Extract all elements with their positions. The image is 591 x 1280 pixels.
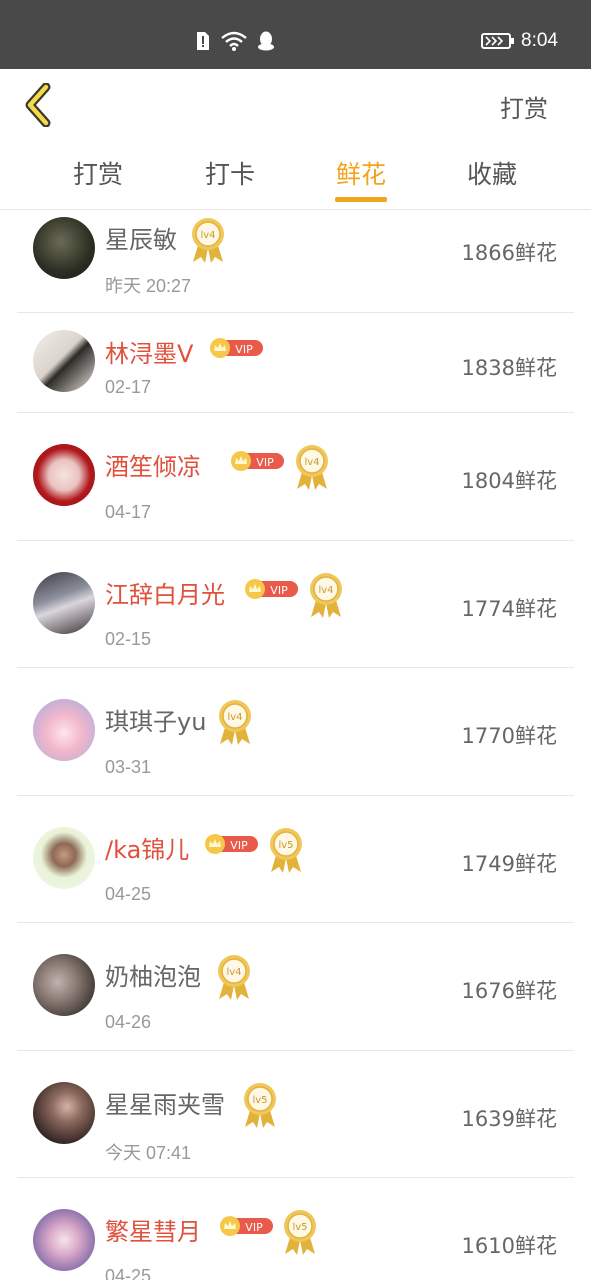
list-item[interactable]: /ka锦儿 VIP lv5 04-25 1749鲜花 — [0, 796, 591, 923]
tab-reward[interactable]: 打赏 — [58, 155, 138, 191]
back-button[interactable] — [22, 82, 62, 128]
list-item[interactable]: 奶柚泡泡 lv4 04-26 1676鲜花 — [0, 923, 591, 1051]
battery-icon — [481, 33, 515, 49]
flower-count: 1804鲜花 — [461, 469, 557, 493]
tab-bar: 打赏 打卡 鲜花 收藏 — [0, 155, 591, 207]
timestamp: 04-25 — [105, 884, 152, 904]
tab-favorites[interactable]: 收藏 — [452, 155, 532, 191]
list-item[interactable]: 星辰敏 lv4 昨天 20:27 1866鲜花 — [0, 210, 591, 313]
flower-count: 1676鲜花 — [461, 979, 557, 1003]
status-icons — [195, 31, 275, 51]
user-name[interactable]: 奶柚泡泡 — [105, 957, 201, 992]
avatar[interactable] — [33, 1082, 95, 1144]
sim-alert-icon — [197, 32, 209, 50]
svg-text:VIP: VIP — [256, 456, 274, 469]
timestamp: 04-26 — [105, 1012, 152, 1032]
header: 打赏 打赏 打卡 鲜花 收藏 — [0, 69, 591, 210]
svg-text:lv5: lv5 — [252, 1095, 267, 1106]
flower-count: 1838鲜花 — [461, 356, 557, 380]
list-item[interactable]: 林浔墨V VIP 02-17 1838鲜花 — [0, 313, 591, 413]
level-badge-icon: lv5 — [270, 828, 302, 873]
tab-checkin[interactable]: 打卡 — [190, 155, 270, 191]
level-badge-icon: lv4 — [310, 573, 342, 618]
svg-text:lv4: lv4 — [227, 712, 242, 723]
vip-badge-icon: VIP — [210, 338, 263, 358]
flower-count: 1749鲜花 — [461, 852, 557, 876]
list-item[interactable]: 繁星彗月 VIP lv5 04-25 1610鲜花 — [0, 1178, 591, 1280]
vip-badge-icon: VIP — [205, 834, 258, 854]
ranking-list[interactable]: 星辰敏 lv4 昨天 20:27 1866鲜花 林浔墨V VIP 02-17 1… — [0, 210, 591, 1280]
svg-text:lv4: lv4 — [318, 585, 333, 596]
clock: 8:04 — [521, 30, 558, 51]
timestamp: 02-17 — [105, 377, 152, 397]
avatar[interactable] — [33, 954, 95, 1016]
timestamp: 昨天 20:27 — [105, 276, 192, 296]
user-name[interactable]: 酒笙倾凉 — [105, 447, 201, 482]
svg-text:VIP: VIP — [270, 584, 288, 597]
svg-text:lv4: lv4 — [304, 457, 319, 468]
list-item[interactable]: 酒笙倾凉 VIP lv4 04-17 1804鲜花 — [0, 413, 591, 541]
svg-text:lv4: lv4 — [226, 967, 241, 978]
status-bar: 8:04 — [0, 0, 591, 69]
level-badge-icon: lv5 — [244, 1083, 276, 1128]
chevron-left-icon — [25, 82, 51, 128]
avatar[interactable] — [33, 217, 95, 279]
list-item[interactable]: 江辞白月光 VIP lv4 02-15 1774鲜花 — [0, 541, 591, 668]
flower-count: 1610鲜花 — [461, 1234, 557, 1258]
user-name[interactable]: 繁星彗月 — [105, 1212, 201, 1247]
level-badge-icon: lv4 — [296, 445, 328, 490]
avatar[interactable] — [33, 444, 95, 506]
timestamp: 03-31 — [105, 757, 152, 777]
avatar[interactable] — [33, 572, 95, 634]
svg-text:lv5: lv5 — [292, 1222, 307, 1233]
svg-text:lv5: lv5 — [278, 840, 293, 851]
svg-text:VIP: VIP — [245, 1221, 263, 1234]
vip-badge-icon: VIP — [245, 579, 298, 599]
svg-text:VIP: VIP — [230, 839, 248, 852]
avatar[interactable] — [33, 1209, 95, 1271]
wifi-icon — [221, 31, 247, 51]
user-name[interactable]: 江辞白月光 — [105, 575, 225, 610]
list-item[interactable]: 琪琪子yu lv4 03-31 1770鲜花 — [0, 668, 591, 796]
svg-text:lv4: lv4 — [200, 230, 215, 241]
avatar[interactable] — [33, 827, 95, 889]
timestamp: 02-15 — [105, 629, 152, 649]
list-item[interactable]: 星星雨夹雪 lv5 今天 07:41 1639鲜花 — [0, 1051, 591, 1178]
timestamp: 今天 07:41 — [105, 1143, 192, 1163]
timestamp: 04-17 — [105, 502, 152, 522]
level-badge-icon: lv4 — [219, 700, 251, 745]
tab-flowers[interactable]: 鲜花 — [321, 155, 401, 191]
reward-action-button[interactable]: 打赏 — [500, 89, 548, 124]
level-badge-icon: lv4 — [192, 218, 224, 263]
user-name[interactable]: 星星雨夹雪 — [105, 1085, 225, 1120]
flower-count: 1770鲜花 — [461, 724, 557, 748]
user-name[interactable]: 林浔墨V — [105, 334, 193, 369]
flower-count: 1774鲜花 — [461, 597, 557, 621]
avatar[interactable] — [33, 330, 95, 392]
level-badge-icon: lv4 — [218, 955, 250, 1000]
user-name[interactable]: /ka锦儿 — [105, 830, 189, 865]
tab-active-indicator — [335, 197, 387, 202]
level-badge-icon: lv5 — [284, 1210, 316, 1255]
vip-badge-icon: VIP — [220, 1216, 273, 1236]
vip-badge-icon: VIP — [231, 451, 284, 471]
qq-icon — [258, 31, 274, 51]
flower-count: 1639鲜花 — [461, 1107, 557, 1131]
user-name[interactable]: 琪琪子yu — [105, 702, 206, 737]
user-name[interactable]: 星辰敏 — [105, 220, 177, 255]
status-right: 8:04 — [481, 30, 558, 52]
timestamp: 04-25 — [105, 1266, 152, 1280]
avatar[interactable] — [33, 699, 95, 761]
flower-count: 1866鲜花 — [461, 241, 557, 265]
svg-text:VIP: VIP — [235, 343, 253, 356]
